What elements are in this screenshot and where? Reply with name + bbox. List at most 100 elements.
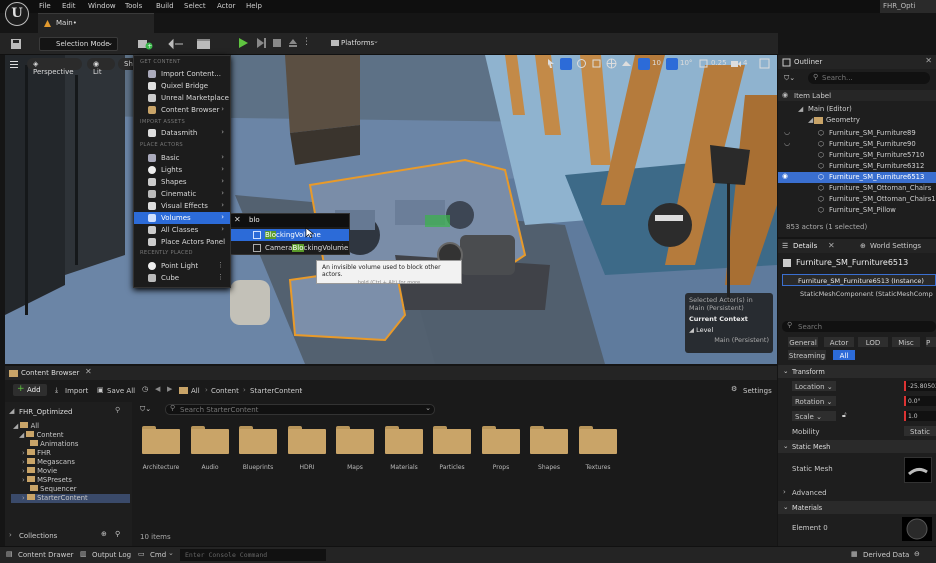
add-button[interactable]: + Add	[13, 384, 47, 396]
tree-item-startercontent[interactable]: › StarterContent	[11, 494, 130, 503]
object-name[interactable]: Furniture_SM_Furniture6513	[796, 258, 908, 267]
maximize-viewport-icon[interactable]	[759, 58, 770, 69]
search-icon[interactable]: ⚲	[115, 530, 120, 538]
tab-world-settings[interactable]: World Settings	[870, 242, 921, 250]
filter-actor[interactable]: Actor	[824, 337, 854, 347]
tree-item-sequencer[interactable]: Sequencer	[30, 485, 77, 493]
materials-section[interactable]: ⌄ Materials	[778, 501, 936, 514]
volumes-item[interactable]: Volumes ›	[134, 212, 230, 224]
menu-tools[interactable]: Tools	[125, 2, 142, 10]
stop-icon[interactable]	[271, 37, 283, 49]
static-mesh-thumbnail[interactable]	[904, 457, 932, 483]
folder-props[interactable]	[482, 426, 520, 454]
outliner-row-selected[interactable]: ◉ ⬡ Furniture_SM_Furniture6513	[778, 172, 936, 183]
breadcrumb-content[interactable]: Content	[211, 387, 239, 395]
level-viewport[interactable]: ◈ Perspective ◉ Lit Sho 10 10° 0.25 4 Se…	[5, 55, 777, 364]
save-icon[interactable]	[10, 38, 22, 50]
play-icon[interactable]	[237, 37, 249, 49]
folder-shapes[interactable]	[530, 426, 568, 454]
tree-item-all[interactable]: ◢ All	[13, 422, 39, 430]
content-browser-title[interactable]: Content Browser	[21, 369, 79, 377]
close-icon[interactable]: ✕	[85, 367, 92, 376]
history-icon[interactable]: ◷	[142, 385, 148, 393]
scale-snap-icon[interactable]	[698, 58, 709, 69]
outliner-row[interactable]: ⬡ Furniture_SM_Ottoman_Chairs11	[778, 194, 936, 205]
folder-maps[interactable]	[336, 426, 374, 454]
collections-label[interactable]: Collections	[19, 532, 57, 540]
rotation-snap-value[interactable]: 10°	[680, 59, 692, 67]
instance-row[interactable]: Furniture_SM_Furniture6513 (Instance)	[782, 274, 936, 286]
forward-icon[interactable]: ▶	[167, 385, 172, 393]
grid-snap-value[interactable]: 10	[652, 59, 661, 67]
content-drawer-button[interactable]: Content Drawer	[18, 551, 74, 559]
folder-hdri[interactable]	[288, 426, 326, 454]
tab-details[interactable]: Details	[793, 242, 817, 250]
submenu-search-input[interactable]: blo	[249, 216, 260, 224]
add-collection-icon[interactable]: ⊕	[101, 530, 107, 538]
tree-item-mspresets[interactable]: › MSPresets	[22, 476, 72, 484]
folder-textures[interactable]	[579, 426, 617, 454]
shapes-item[interactable]: Shapes ›	[134, 176, 230, 188]
component-label[interactable]: StaticMeshComponent (StaticMeshComp	[800, 290, 933, 298]
basic-item[interactable]: Basic ›	[134, 152, 230, 164]
folder-audio[interactable]	[191, 426, 229, 454]
outliner-row[interactable]: ⬡ Furniture_SM_Pillow	[778, 205, 936, 216]
select-arrow-icon[interactable]	[546, 58, 556, 69]
translate-icon[interactable]	[560, 58, 572, 70]
place-actors-panel-item[interactable]: Place Actors Panel	[134, 236, 230, 248]
settings-button[interactable]: Settings	[743, 387, 772, 395]
cmd-dropdown[interactable]: Cmd	[150, 551, 166, 559]
outliner-row[interactable]: ⬡ Furniture_SM_Furniture5710	[778, 150, 936, 161]
visual-effects-item[interactable]: Visual Effects ›	[134, 200, 230, 212]
scale-icon[interactable]	[591, 58, 602, 69]
folder-particles[interactable]	[433, 426, 471, 454]
filter-general[interactable]: General	[788, 337, 818, 347]
viewport-menu-icon[interactable]	[9, 59, 19, 69]
folder-architecture[interactable]	[142, 426, 180, 454]
filter-more[interactable]: P	[926, 337, 936, 347]
save-all-button[interactable]: Save All	[107, 387, 135, 395]
chevron-right-icon[interactable]: ›	[783, 488, 786, 496]
surface-snap-icon[interactable]	[621, 58, 632, 69]
advanced-label[interactable]: Advanced	[792, 489, 827, 497]
cube-item[interactable]: Cube ⋮	[134, 272, 230, 284]
level-value[interactable]: Main (Persistent)	[689, 336, 769, 344]
step-icon[interactable]	[255, 37, 267, 49]
selection-mode-button[interactable]: Selection Mode ⌄	[39, 37, 118, 51]
eject-icon[interactable]	[287, 37, 299, 49]
breadcrumb-startercontent[interactable]: StarterContent	[250, 387, 302, 395]
camera-speed-value[interactable]: 4	[743, 59, 747, 67]
material-thumbnail[interactable]	[902, 517, 932, 541]
import-button[interactable]: Import	[65, 387, 88, 395]
menu-file[interactable]: File	[39, 2, 51, 10]
quixel-bridge-item[interactable]: Quixel Bridge	[134, 80, 230, 92]
more-options-icon[interactable]: ⋮	[302, 37, 311, 47]
import-content-item[interactable]: Import Content...	[134, 68, 230, 80]
marketplace-item[interactable]: Unreal Marketplace	[134, 92, 230, 104]
item-label-column[interactable]: Item Label	[794, 92, 831, 100]
filter-streaming[interactable]: Streaming	[788, 350, 826, 360]
cinematics-icon[interactable]	[196, 38, 214, 50]
filter-misc[interactable]: Misc	[892, 337, 920, 347]
blueprint-icon[interactable]	[167, 38, 185, 50]
tree-item-megascans[interactable]: › Megascans	[22, 458, 75, 466]
lock-icon[interactable]: 🔓︎	[842, 411, 847, 420]
menu-help[interactable]: Help	[246, 2, 262, 10]
filter-icon[interactable]: ⛉⌄	[140, 405, 151, 414]
rotation-dropdown[interactable]: Rotation ⌄	[792, 396, 836, 406]
breadcrumb-all[interactable]: All	[191, 387, 200, 395]
folder-blueprints[interactable]	[239, 426, 277, 454]
menu-actor[interactable]: Actor	[217, 2, 235, 10]
close-icon[interactable]: ✕	[828, 241, 835, 250]
unreal-logo[interactable]: U	[5, 2, 29, 26]
menu-build[interactable]: Build	[156, 2, 174, 10]
asset-search[interactable]: ⚲ Search StarterContent ⌄	[165, 404, 435, 415]
back-icon[interactable]: ◀	[155, 385, 160, 393]
grid-snap-icon[interactable]	[638, 58, 650, 70]
visibility-icon[interactable]: ◉	[782, 172, 788, 180]
point-light-item[interactable]: Point Light ⋮	[134, 260, 230, 272]
platforms-button[interactable]: Platforms	[341, 39, 374, 47]
derived-data-button[interactable]: Derived Data	[863, 551, 909, 559]
output-log-button[interactable]: Output Log	[92, 551, 131, 559]
tree-item-animations[interactable]: Animations	[30, 440, 78, 448]
